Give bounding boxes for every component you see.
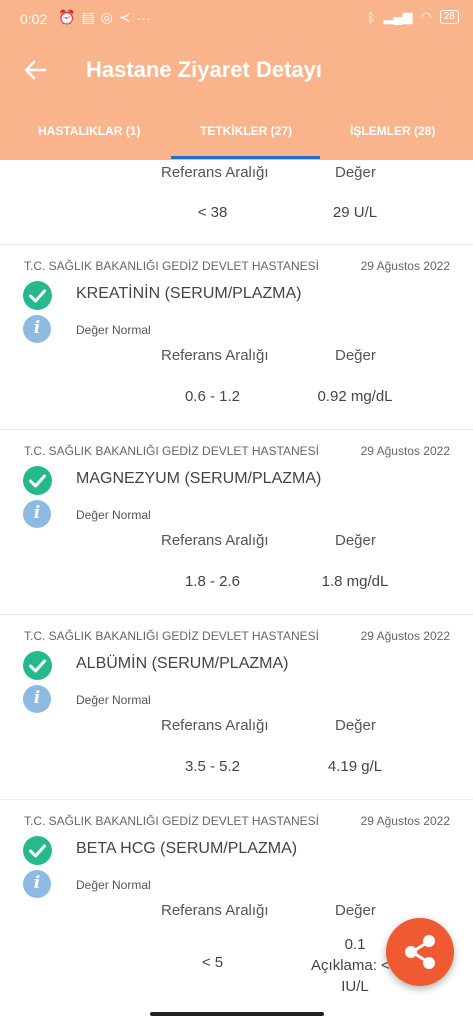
value-label: Değer <box>335 164 376 181</box>
reference-range-value: < 38 <box>197 204 228 221</box>
home-indicator[interactable] <box>150 1012 324 1016</box>
status-time: 0:02 <box>20 11 48 27</box>
alarm-icon: ⏰ <box>58 9 76 25</box>
result-status: Değer Normal <box>76 323 151 337</box>
test-date: 29 Ağustos 2022 <box>360 629 450 643</box>
tab-bar: HASTALIKLAR (1) TETKİKLER (27) İŞLEMLER … <box>0 112 473 160</box>
divider <box>0 244 473 245</box>
reference-range-label: Referans Aralığı <box>161 164 269 181</box>
divider <box>0 429 473 430</box>
instagram-icon: ◎ <box>100 9 113 25</box>
arrow-left-icon <box>24 60 47 80</box>
share-icon <box>405 935 435 969</box>
tab-diseases[interactable]: HASTALIKLAR (1) <box>38 124 140 138</box>
test-name: KREATİNİN (SERUM/PLAZMA) <box>76 285 302 302</box>
info-icon[interactable]: i <box>23 685 51 713</box>
reference-range-value: 0.6 - 1.2 <box>184 388 241 405</box>
tab-procedures[interactable]: İŞLEMLER (28) <box>350 124 435 138</box>
value-label: Değer <box>335 717 376 734</box>
hospital-name: T.C. SAĞLIK BAKANLIĞI GEDİZ DEVLET HASTA… <box>24 629 319 643</box>
info-icon[interactable]: i <box>23 500 51 528</box>
reference-range-value: 1.8 - 2.6 <box>184 573 241 590</box>
share-button[interactable] <box>386 918 454 986</box>
list-item[interactable]: T.C. SAĞLIK BAKANLIĞI GEDİZ DEVLET HASTA… <box>0 629 473 809</box>
result-status: Değer Normal <box>76 693 151 707</box>
value-label: Değer <box>335 532 376 549</box>
system-icons: ᛒ ▂▄▆ ◠ 28 <box>367 9 459 25</box>
hospital-name: T.C. SAĞLIK BAKANLIĞI GEDİZ DEVLET HASTA… <box>24 814 319 828</box>
check-circle-icon <box>23 466 52 495</box>
reference-range-label: Referans Aralığı <box>161 902 269 919</box>
test-date: 29 Ağustos 2022 <box>360 259 450 273</box>
result-status: Değer Normal <box>76 878 151 892</box>
test-name: BETA HCG (SERUM/PLAZMA) <box>76 840 298 857</box>
result-value: 1.8 mg/dL <box>321 573 389 590</box>
app-bar: 0:02 ⏰ ▤ ◎ ≺ ··· ᛒ ▂▄▆ ◠ 28 Hastane Ziya… <box>0 0 473 160</box>
test-date: 29 Ağustos 2022 <box>360 814 450 828</box>
divider <box>0 799 473 800</box>
result-value: 29 U/L <box>332 204 378 221</box>
test-name: ALBÜMİN (SERUM/PLAZMA) <box>76 655 289 672</box>
more-notifications-icon: ··· <box>136 9 151 26</box>
reference-range-value: < 5 <box>201 954 224 971</box>
hospital-name: T.C. SAĞLIK BAKANLIĞI GEDİZ DEVLET HASTA… <box>24 444 319 458</box>
divider <box>0 614 473 615</box>
value-label: Değer <box>335 347 376 364</box>
list-item[interactable]: T.C. SAĞLIK BAKANLIĞI GEDİZ DEVLET HASTA… <box>0 444 473 624</box>
active-tab-indicator <box>171 156 320 159</box>
result-status: Değer Normal <box>76 508 151 522</box>
page-title: Hastane Ziyaret Detayı <box>86 57 322 82</box>
check-circle-icon <box>23 651 52 680</box>
hospital-name: T.C. SAĞLIK BAKANLIĞI GEDİZ DEVLET HASTA… <box>24 259 319 273</box>
list-item[interactable]: T.C. SAĞLIK BAKANLIĞI GEDİZ DEVLET HASTA… <box>0 259 473 439</box>
reference-range-label: Referans Aralığı <box>161 347 269 364</box>
info-icon[interactable]: i <box>23 870 51 898</box>
message-icon: ▤ <box>81 9 95 25</box>
wifi-icon: ◠ <box>420 9 432 24</box>
check-circle-icon <box>23 836 52 865</box>
reference-range-label: Referans Aralığı <box>161 532 269 549</box>
reference-range-label: Referans Aralığı <box>161 717 269 734</box>
back-button[interactable] <box>20 55 50 85</box>
check-circle-icon <box>23 281 52 310</box>
test-list[interactable]: Referans Aralığı Değer < 38 29 U/L T.C. … <box>0 160 473 1024</box>
info-icon[interactable]: i <box>23 315 51 343</box>
status-bar: 0:02 ⏰ ▤ ◎ ≺ ··· ᛒ ▂▄▆ ◠ 28 <box>0 0 473 36</box>
bluetooth-icon: ᛒ <box>367 9 376 25</box>
reference-range-value: 3.5 - 5.2 <box>184 758 241 775</box>
cell-signal-icon: ▂▄▆ <box>383 9 413 24</box>
signal-app-icon: ≺ <box>118 9 131 25</box>
value-label: Değer <box>335 902 376 919</box>
result-value: 4.19 g/L <box>327 758 383 775</box>
test-name: MAGNEZYUM (SERUM/PLAZMA) <box>76 470 322 487</box>
result-value: 0.92 mg/dL <box>317 388 393 405</box>
notification-icons: ⏰ ▤ ◎ ≺ ··· <box>58 9 151 26</box>
test-date: 29 Ağustos 2022 <box>360 444 450 458</box>
tab-tests[interactable]: TETKİKLER (27) <box>200 124 292 138</box>
battery-icon: 28 <box>439 10 459 24</box>
